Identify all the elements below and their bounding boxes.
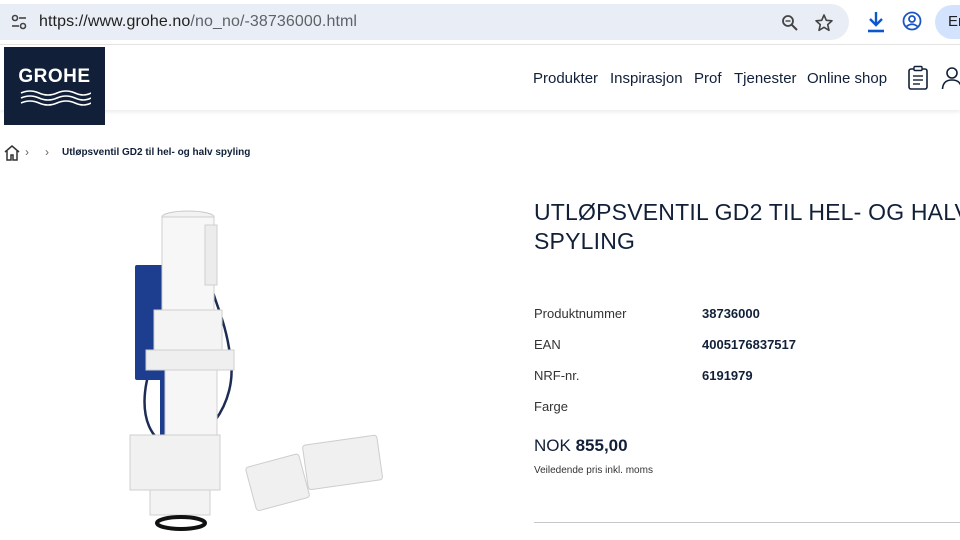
nav-tjenester[interactable]: Tjenester: [734, 70, 797, 87]
divider: [534, 522, 960, 523]
product-title: UTLØPSVENTIL GD2 TIL HEL- OG HALV SPYLIN…: [534, 199, 960, 254]
price-amount: 855,00: [575, 436, 628, 455]
breadcrumb-current: Utløpsventil GD2 til hel- og halv spylin…: [62, 147, 251, 158]
logo-waves-icon: [20, 90, 91, 106]
breadcrumb-chevron-icon: ›: [45, 145, 49, 159]
address-bar[interactable]: https://www.grohe.no/no_no/-38736000.htm…: [0, 4, 849, 40]
url-path: /no_no/-38736000.html: [190, 13, 358, 30]
breadcrumb-chevron-icon: ›: [25, 145, 29, 159]
nav-inspirasjon[interactable]: Inspirasjon: [610, 70, 683, 87]
nav-produkter[interactable]: Produkter: [533, 70, 598, 87]
spec-value-nrf: 6191979: [702, 368, 753, 383]
grohe-logo[interactable]: GROHE: [4, 47, 105, 125]
account-icon[interactable]: [902, 11, 922, 31]
price-currency: NOK: [534, 436, 571, 455]
user-icon[interactable]: [941, 65, 960, 91]
bookmark-star-icon[interactable]: [814, 13, 834, 33]
product-image[interactable]: [110, 205, 400, 540]
spec-label-farge: Farge: [534, 399, 568, 414]
spec-value-ean: 4005176837517: [702, 337, 796, 352]
site-settings-icon[interactable]: [10, 13, 28, 31]
product-price: NOK 855,00: [534, 436, 628, 456]
spec-value-produktnummer: 38736000: [702, 306, 760, 321]
browser-toolbar: https://www.grohe.no/no_no/-38736000.htm…: [0, 0, 960, 44]
nav-prof[interactable]: Prof: [694, 70, 722, 87]
clipboard-icon[interactable]: [907, 65, 929, 91]
nav-online-shop[interactable]: Online shop: [807, 70, 887, 87]
home-icon[interactable]: [3, 144, 21, 162]
download-icon[interactable]: [865, 10, 887, 34]
zoom-icon[interactable]: [781, 14, 799, 32]
url-text[interactable]: https://www.grohe.no/no_no/-38736000.htm…: [39, 13, 357, 31]
spec-label-nrf: NRF-nr.: [534, 368, 580, 383]
language-button[interactable]: En: [935, 5, 960, 39]
spec-label-ean: EAN: [534, 337, 561, 352]
logo-text: GROHE: [18, 66, 91, 87]
price-note: Veiledende pris inkl. moms: [534, 465, 653, 476]
spec-label-produktnummer: Produktnummer: [534, 306, 627, 321]
url-host: https://www.grohe.no: [39, 13, 191, 30]
